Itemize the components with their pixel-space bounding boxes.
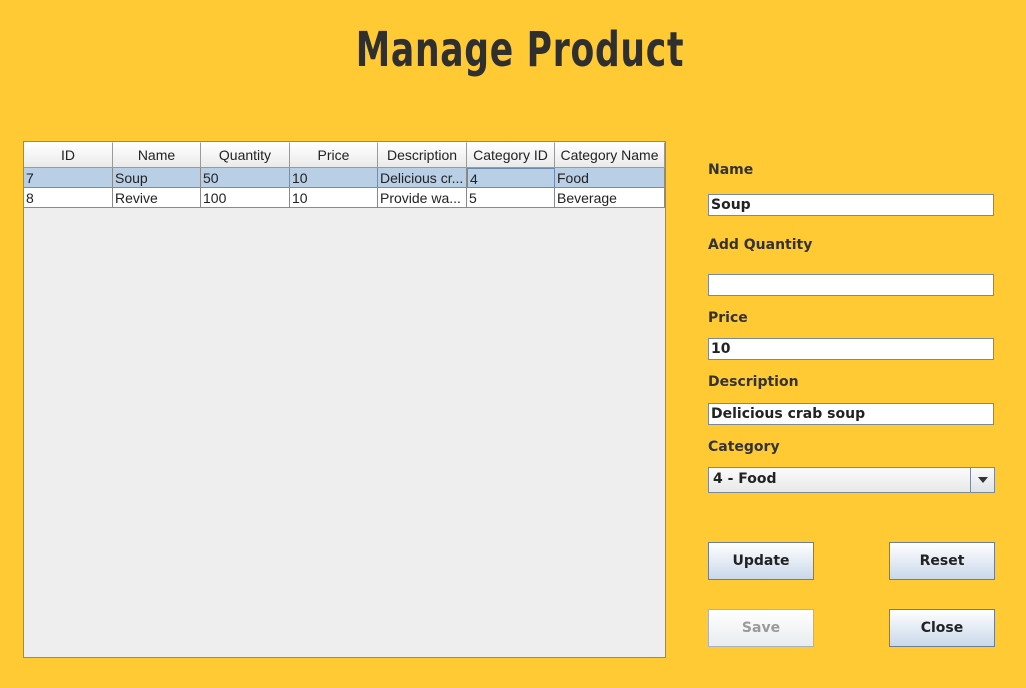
- column-header-category-name[interactable]: Category Name: [555, 142, 665, 168]
- cell-category-name[interactable]: Food: [555, 168, 665, 188]
- column-header-description[interactable]: Description: [378, 142, 467, 168]
- cell-quantity[interactable]: 100: [201, 188, 290, 208]
- cell-id[interactable]: 8: [24, 188, 113, 208]
- cell-name[interactable]: Soup: [113, 168, 201, 188]
- cell-category-id[interactable]: 5: [467, 188, 555, 208]
- column-header-category-id[interactable]: Category ID: [467, 142, 555, 168]
- add-quantity-input[interactable]: [708, 274, 994, 296]
- cell-description[interactable]: Provide wa...: [378, 188, 467, 208]
- product-table[interactable]: ID Name Quantity Price Description Categ…: [23, 141, 666, 658]
- description-input[interactable]: [708, 403, 994, 425]
- name-input[interactable]: [708, 194, 994, 216]
- reset-button[interactable]: Reset: [889, 542, 995, 580]
- chevron-down-icon[interactable]: [970, 468, 994, 492]
- close-button[interactable]: Close: [889, 609, 995, 647]
- table-row[interactable]: 7 Soup 50 10 Delicious cr... 4 Food: [24, 168, 665, 188]
- category-label: Category: [708, 439, 780, 455]
- cell-quantity[interactable]: 50: [201, 168, 290, 188]
- cell-description[interactable]: Delicious cr...: [378, 168, 467, 188]
- column-header-price[interactable]: Price: [290, 142, 378, 168]
- column-header-quantity[interactable]: Quantity: [201, 142, 290, 168]
- table-header: ID Name Quantity Price Description Categ…: [24, 142, 665, 168]
- name-label: Name: [708, 162, 754, 178]
- category-select[interactable]: 4 - Food: [708, 467, 995, 493]
- cell-price[interactable]: 10: [290, 168, 378, 188]
- price-input[interactable]: [708, 338, 994, 360]
- price-label: Price: [708, 310, 748, 326]
- table-row[interactable]: 8 Revive 100 10 Provide wa... 5 Beverage: [24, 188, 665, 208]
- update-button[interactable]: Update: [708, 542, 814, 580]
- add-quantity-label: Add Quantity: [708, 237, 813, 253]
- cell-category-name[interactable]: Beverage: [555, 188, 665, 208]
- description-label: Description: [708, 374, 799, 390]
- column-header-id[interactable]: ID: [24, 142, 113, 168]
- page-title: Manage Product: [355, 22, 685, 78]
- category-selected-value: 4 - Food: [713, 471, 777, 487]
- cell-category-id[interactable]: 4: [467, 168, 555, 188]
- cell-price[interactable]: 10: [290, 188, 378, 208]
- column-header-name[interactable]: Name: [113, 142, 201, 168]
- save-button[interactable]: Save: [708, 609, 814, 647]
- cell-id[interactable]: 7: [24, 168, 113, 188]
- cell-name[interactable]: Revive: [113, 188, 201, 208]
